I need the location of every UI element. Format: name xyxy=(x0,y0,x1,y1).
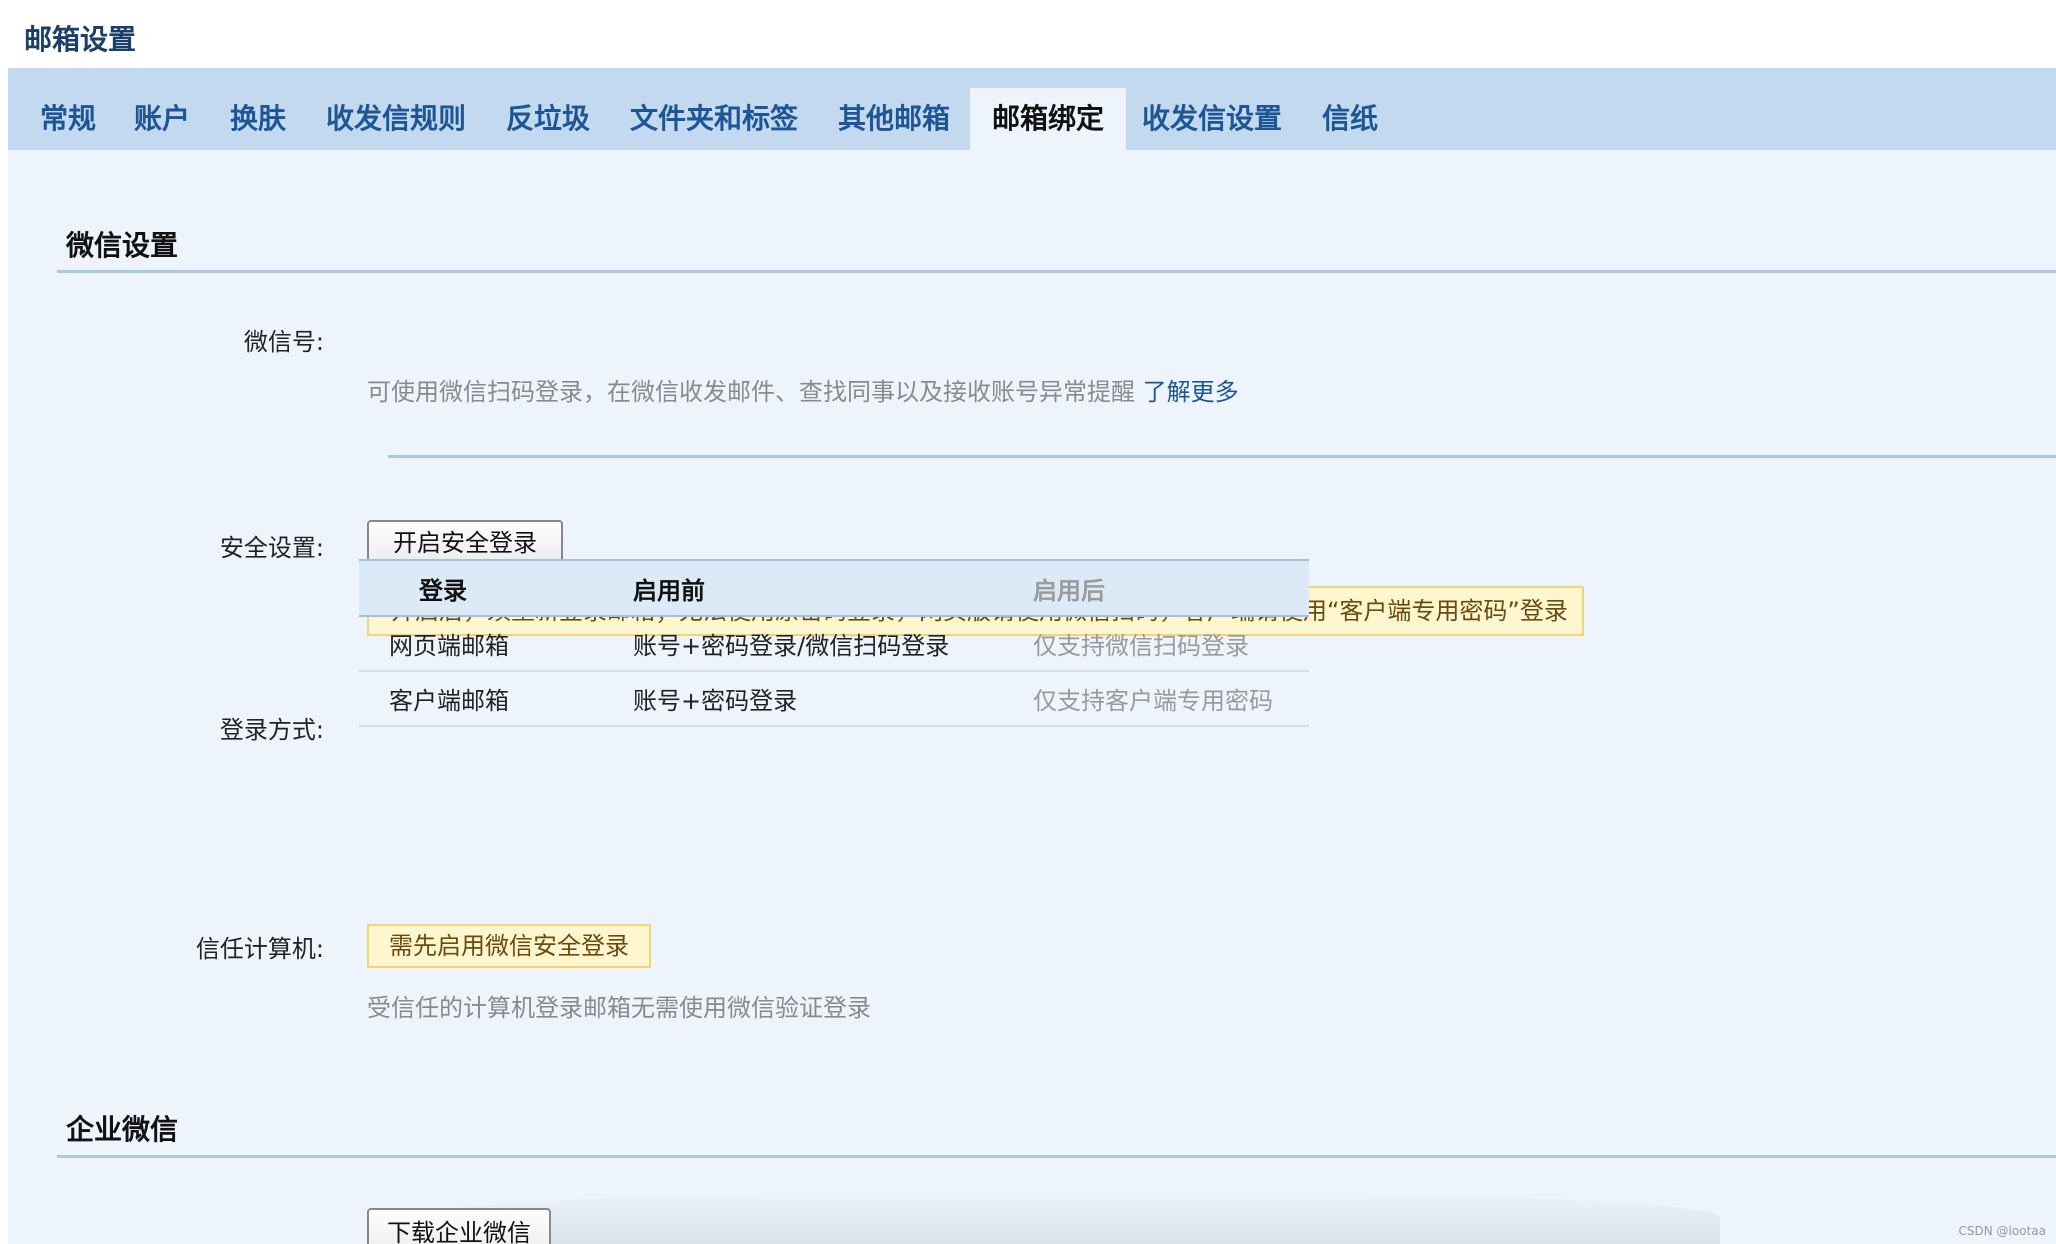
tab-skin[interactable]: 换肤 xyxy=(230,88,286,150)
table-cell: 仅支持客户端专用密码 xyxy=(1033,687,1273,715)
wechat-account-desc-text: 可使用微信扫码登录，在微信收发邮件、查找同事以及接收账号异常提醒 xyxy=(367,378,1135,406)
tab-general[interactable]: 常规 xyxy=(40,88,96,150)
table-header-before: 启用前 xyxy=(633,576,705,605)
watermark: CSDN @lootaa xyxy=(1958,1224,2046,1238)
table-header-login: 登录 xyxy=(419,576,467,605)
table-header-after: 启用后 xyxy=(1033,576,1105,605)
bottom-shadow xyxy=(420,1190,1720,1244)
tab-antispam[interactable]: 反垃圾 xyxy=(506,88,590,150)
login-method-table: 登录 启用前 启用后 网页端邮箱 账号+密码登录/微信扫码登录 仅支持微信扫码登… xyxy=(359,559,1309,727)
page-title: 邮箱设置 xyxy=(24,23,137,56)
security-settings-label: 安全设置: xyxy=(219,534,324,562)
tab-mail-rules[interactable]: 收发信规则 xyxy=(326,88,466,150)
table-cell: 网页端邮箱 xyxy=(389,632,509,660)
trusted-computer-description: 受信任的计算机登录邮箱无需使用微信验证登录 xyxy=(367,994,871,1022)
trusted-computer-notice: 需先启用微信安全登录 xyxy=(367,924,651,968)
table-row: 网页端邮箱 账号+密码登录/微信扫码登录 仅支持微信扫码登录 xyxy=(359,616,1309,671)
tab-stationery[interactable]: 信纸 xyxy=(1322,88,1378,150)
tab-other-mailbox[interactable]: 其他邮箱 xyxy=(838,88,950,150)
wechat-account-description: 可使用微信扫码登录，在微信收发邮件、查找同事以及接收账号异常提醒 了解更多 xyxy=(367,372,1239,407)
table-cell: 账号+密码登录 xyxy=(633,687,798,715)
table-header-row: 登录 启用前 启用后 xyxy=(359,560,1309,616)
wechat-section-divider xyxy=(57,270,2056,273)
account-divider xyxy=(388,455,2056,458)
tab-mailbox-binding[interactable]: 邮箱绑定 xyxy=(970,88,1127,150)
login-method-label: 登录方式: xyxy=(219,716,324,744)
wechat-section-title: 微信设置 xyxy=(66,229,179,262)
tab-account[interactable]: 账户 xyxy=(134,88,190,150)
table-cell: 仅支持微信扫码登录 xyxy=(1033,632,1249,660)
learn-more-link[interactable]: 了解更多 xyxy=(1143,378,1239,406)
table-cell: 账号+密码登录/微信扫码登录 xyxy=(633,632,950,660)
download-wework-button[interactable]: 下载企业微信 xyxy=(367,1208,551,1244)
wechat-account-label: 微信号: xyxy=(243,328,324,356)
wework-section-title: 企业微信 xyxy=(66,1113,179,1146)
wework-section-divider xyxy=(57,1155,2056,1158)
tab-send-receive-settings[interactable]: 收发信设置 xyxy=(1142,88,1282,150)
table-row: 客户端邮箱 账号+密码登录 仅支持客户端专用密码 xyxy=(359,671,1309,726)
table-cell: 客户端邮箱 xyxy=(389,687,509,715)
tab-folders-tags[interactable]: 文件夹和标签 xyxy=(630,88,798,150)
settings-tabbar: 常规 账户 换肤 收发信规则 反垃圾 文件夹和标签 其他邮箱 邮箱绑定 收发信设… xyxy=(8,68,2056,150)
trusted-computer-label: 信任计算机: xyxy=(195,935,324,963)
